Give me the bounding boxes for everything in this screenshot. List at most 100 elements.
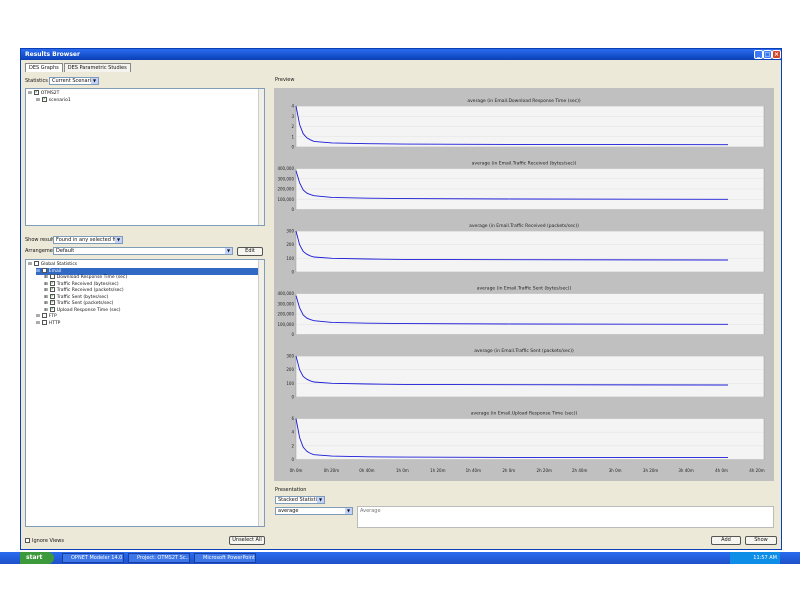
show-results-select[interactable]: Found in any selected files ▼: [53, 236, 123, 244]
x-tick-label: 2h 40m: [572, 468, 587, 473]
chart-title: average (in Email.Traffic Received (pack…: [469, 223, 579, 229]
tree-item-label: HTTP: [48, 320, 61, 326]
checkbox-icon[interactable]: [41, 96, 47, 102]
y-tick-label: 100: [286, 381, 294, 386]
chevron-down-icon: ▼: [115, 237, 122, 243]
chevron-down-icon: ▼: [345, 508, 352, 514]
expand-toggle-icon[interactable]: ⊟: [36, 269, 40, 274]
expand-toggle-icon[interactable]: ⊞: [44, 282, 48, 287]
y-tick-label: 300,000: [277, 176, 294, 181]
y-tick-label: 3: [291, 114, 294, 119]
statistics-tree-scrollbar[interactable]: [258, 260, 264, 526]
chart-title: average (in Email.Upload Response Time (…: [471, 411, 578, 417]
add-button[interactable]: Add: [711, 536, 741, 545]
presentation-list-panel[interactable]: Average: [357, 506, 774, 528]
maximize-button[interactable]: □: [763, 50, 772, 59]
x-tick-label: 1h 0m: [396, 468, 409, 473]
y-tick-label: 200: [286, 242, 294, 247]
ignore-views-checkbox[interactable]: Ignore Views: [25, 538, 64, 544]
y-tick-label: 0: [291, 395, 294, 400]
y-tick-label: 1: [291, 134, 294, 139]
tree-item-label: Global Statistics: [40, 262, 78, 267]
expand-toggle-icon[interactable]: ⊟: [36, 314, 40, 319]
tree-item-label: Traffic Received (bytes/sec): [56, 281, 119, 287]
tree-item-label: Download Response Time (sec): [56, 275, 128, 280]
y-tick-label: 0: [291, 270, 294, 275]
checkbox-icon[interactable]: [49, 280, 55, 286]
y-tick-label: 2: [291, 124, 294, 129]
taskbar: start OPNET Modeler 14.0 Project: OTMS2T…: [0, 552, 800, 564]
chart-title: average (in Email.Traffic Sent (bytes/se…: [477, 286, 572, 292]
tree-item-label: scenario1: [48, 97, 71, 103]
x-tick-label: 3h 0m: [609, 468, 622, 473]
system-tray: 11:57 AM: [730, 552, 780, 564]
checkbox-icon[interactable]: [41, 267, 47, 273]
tree-item[interactable]: ⊟ scenario1: [36, 96, 71, 104]
checkbox-icon[interactable]: [33, 89, 39, 95]
checkbox-icon[interactable]: [41, 313, 47, 318]
scenario-tree-panel[interactable]: ⊟OTMS2T⊟scenario1: [25, 88, 265, 226]
checkbox-icon[interactable]: [49, 299, 55, 305]
y-tick-label: 2: [291, 443, 294, 448]
unselect-all-button[interactable]: Unselect All: [229, 536, 265, 545]
expand-toggle-icon[interactable]: ⊟: [28, 91, 32, 96]
expand-toggle-icon[interactable]: ⊞: [44, 288, 48, 293]
presentation-list-header: Average: [360, 508, 381, 514]
checkbox-icon[interactable]: [49, 274, 55, 279]
presentation-filter-value: average: [278, 508, 299, 514]
tree-item-label: Upload Response Time (sec): [56, 307, 121, 313]
scenario-tree-scrollbar[interactable]: [258, 89, 264, 225]
y-tick-label: 300: [286, 229, 294, 234]
arrangement-select[interactable]: Default ▼: [53, 247, 233, 255]
tree-item[interactable]: ⊟ HTTP: [36, 319, 61, 327]
checkbox-icon[interactable]: [41, 319, 47, 325]
expand-toggle-icon[interactable]: ⊞: [44, 275, 48, 280]
statistics-select[interactable]: Current Scenario ▼: [49, 77, 99, 85]
presentation-label: Presentation: [275, 487, 307, 493]
x-tick-label: 3h 40m: [678, 468, 693, 473]
y-tick-label: 400,000: [277, 291, 294, 296]
checkbox-icon[interactable]: [49, 293, 55, 299]
tab-des-graphs[interactable]: DES Graphs: [25, 63, 63, 72]
presentation-mode-value: Stacked Statistics: [278, 497, 323, 503]
results-browser-window: Results Browser _ □ × DES Graphs DES Par…: [20, 48, 782, 550]
x-tick-label: 3h 20m: [643, 468, 658, 473]
presentation-filter-select[interactable]: average ▼: [275, 507, 353, 515]
tree-item-label: Traffic Sent (packets/sec): [56, 301, 114, 306]
x-tick-label: 0h 0m: [290, 468, 303, 473]
preview-chart-area: average (in Email.Download Response Time…: [274, 88, 774, 481]
x-tick-label: 1h 20m: [430, 468, 445, 473]
taskbar-item-project[interactable]: Project: OTMS2T Sc...: [128, 553, 190, 563]
plot-area: [295, 418, 765, 460]
tab-des-parametric-studies[interactable]: DES Parametric Studies: [63, 63, 131, 72]
x-tick-label: 4h 0m: [715, 468, 728, 473]
minimize-button[interactable]: _: [754, 50, 763, 59]
tab-strip: DES Graphs DES Parametric Studies: [25, 63, 132, 72]
stacked-charts: average (in Email.Download Response Time…: [277, 98, 765, 473]
expand-toggle-icon[interactable]: ⊞: [44, 295, 48, 300]
arrangement-value: Default: [56, 248, 75, 254]
chart-title: average (in Email.Download Response Time…: [467, 98, 580, 104]
edit-button[interactable]: Edit: [237, 247, 263, 256]
y-tick-label: 200: [286, 367, 294, 372]
y-tick-label: 0: [291, 332, 294, 337]
close-button[interactable]: ×: [772, 50, 781, 59]
checkbox-icon[interactable]: [49, 306, 55, 312]
expand-toggle-icon[interactable]: ⊟: [36, 98, 40, 103]
chevron-down-icon: ▼: [91, 78, 98, 84]
expand-toggle-icon[interactable]: ⊞: [44, 308, 48, 313]
taskbar-item-opnet[interactable]: OPNET Modeler 14.0: [62, 553, 124, 563]
start-button[interactable]: start: [20, 552, 54, 564]
x-tick-label: 0h 40m: [359, 468, 374, 473]
checkbox-icon[interactable]: [33, 261, 39, 266]
expand-toggle-icon[interactable]: ⊟: [28, 262, 32, 267]
statistics-tree-panel[interactable]: ⊟ Global Statistics ⊟ Email ⊞ Download Respon…: [25, 259, 265, 527]
x-tick-label: 0h 20m: [324, 468, 339, 473]
x-tick-label: 2h 0m: [502, 468, 515, 473]
checkbox-icon[interactable]: [49, 286, 55, 292]
taskbar-item-powerpoint[interactable]: Microsoft PowerPoint -...: [194, 553, 256, 563]
expand-toggle-icon[interactable]: ⊞: [44, 301, 48, 306]
expand-toggle-icon[interactable]: ⊟: [36, 321, 40, 326]
presentation-mode-select[interactable]: Stacked Statistics ▼: [275, 496, 325, 504]
show-button[interactable]: Show: [745, 536, 777, 545]
